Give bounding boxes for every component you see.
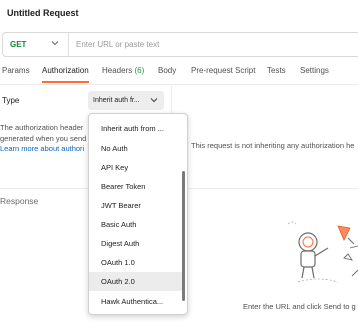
astronaut-illustration <box>287 221 358 283</box>
dropdown-item-hawk[interactable]: Hawk Authentica... <box>89 292 183 311</box>
dropdown-item-oauth-2[interactable]: OAuth 2.0 <box>89 272 183 291</box>
auth-type-dropdown: Inherit auth from ... No Auth API Key Be… <box>88 113 188 315</box>
tab-tests[interactable]: Tests <box>267 66 286 75</box>
tabs-divider <box>0 84 358 85</box>
learn-more-link[interactable]: Learn more about authori <box>0 144 90 153</box>
auth-description-line-2: generated when you send <box>0 134 87 143</box>
dropdown-scrollbar[interactable] <box>182 171 185 301</box>
method-label: GET <box>10 40 27 49</box>
inheritance-message: This request is not inheriting any autho… <box>191 141 355 150</box>
dropdown-item-digest-auth[interactable]: Digest Auth <box>89 234 183 253</box>
response-label: Response <box>0 196 39 206</box>
tab-headers[interactable]: Headers (6) <box>102 66 144 75</box>
tab-params[interactable]: Params <box>2 66 30 75</box>
dropdown-item-bearer-token[interactable]: Bearer Token <box>89 177 183 196</box>
tab-body[interactable]: Body <box>158 66 176 75</box>
tab-headers-count: (6) <box>134 66 145 75</box>
dropdown-item-basic-auth[interactable]: Basic Auth <box>89 215 183 234</box>
active-tab-indicator <box>42 81 89 83</box>
tab-pre-request-script[interactable]: Pre-request Script <box>191 66 255 75</box>
tab-headers-label: Headers <box>102 66 133 75</box>
dropdown-item-api-key[interactable]: API Key <box>89 158 183 177</box>
response-empty-hint: Enter the URL and click Send to g <box>243 302 356 311</box>
dropdown-item-oauth-1[interactable]: OAuth 1.0 <box>89 253 183 272</box>
dropdown-item-inherit[interactable]: Inherit auth from ... <box>89 119 183 138</box>
auth-type-select[interactable]: Inherit auth fr... <box>88 91 164 110</box>
tab-settings[interactable]: Settings <box>300 66 329 75</box>
url-bar: GET Enter URL or paste text <box>2 32 358 57</box>
url-input[interactable]: Enter URL or paste text <box>76 33 159 56</box>
dropdown-item-jwt-bearer[interactable]: JWT Bearer <box>89 196 183 215</box>
method-select[interactable]: GET <box>3 33 69 56</box>
auth-type-value: Inherit auth fr... <box>93 97 140 104</box>
auth-description-line-1: The authorization header <box>0 123 84 132</box>
auth-description: The authorization header generated when … <box>0 122 90 144</box>
auth-type-label: Type <box>2 96 20 105</box>
tab-authorization[interactable]: Authorization <box>42 66 89 75</box>
chevron-down-icon <box>51 41 59 46</box>
chevron-down-icon <box>150 98 158 103</box>
request-title: Untitled Request <box>7 8 79 18</box>
dropdown-item-no-auth[interactable]: No Auth <box>89 139 183 158</box>
